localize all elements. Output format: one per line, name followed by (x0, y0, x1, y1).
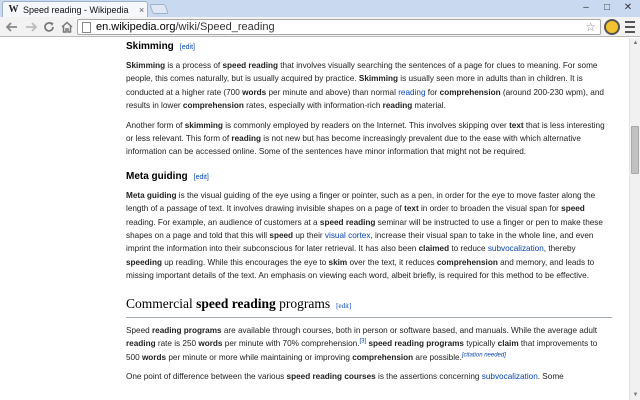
bold-term: text (404, 204, 419, 214)
bold-term: Skimming (126, 61, 166, 70)
article-content: Skimming [edit] Skimming is a process of … (126, 38, 612, 383)
bold-term: speed reading programs (368, 339, 464, 349)
heading-text: Commercial speed reading programs (126, 295, 331, 311)
bold-term: skim (328, 257, 348, 267)
url-host: en.wikipedia.org (96, 21, 176, 33)
article-link[interactable]: subvocalization (482, 372, 538, 381)
tab-strip: W Speed reading - Wikipedia × – □ ✕ (0, 0, 640, 17)
wikipedia-favicon-icon: W (8, 4, 19, 15)
bold-term: speed reading (196, 295, 276, 311)
bold-term: Meta guiding (126, 190, 177, 200)
citation-link[interactable]: [citation needed] (462, 352, 506, 358)
bold-term: comprehension (436, 257, 498, 267)
url-path: /wiki/Speed_reading (175, 21, 275, 33)
bold-term: text (509, 120, 524, 130)
bold-term: comprehension (182, 101, 244, 111)
paragraph: Speed reading programs are available thr… (126, 325, 598, 362)
heading-commercial-speed-reading: Commercial speed reading programs [edit] (126, 294, 612, 318)
bold-term: speed (269, 231, 294, 241)
menu-icon[interactable] (625, 21, 635, 33)
bold-term: comprehension (439, 87, 501, 97)
bold-term: words (198, 339, 223, 349)
paragraph: One point of difference between the vari… (126, 371, 564, 381)
maximize-button[interactable]: □ (597, 0, 617, 14)
bold-term: Skimming (358, 74, 398, 84)
heading-meta-guiding: Meta guiding [edit] (126, 170, 612, 185)
article-link[interactable]: subvocalization (488, 244, 544, 253)
close-tab-icon[interactable]: × (139, 5, 144, 15)
browser-toolbar: en.wikipedia.org/wiki/Speed_reading ☆ (0, 17, 640, 37)
heading-skimming: Skimming [edit] (126, 40, 612, 55)
bold-term: speed reading (319, 217, 376, 227)
reload-icon[interactable] (40, 19, 58, 35)
article-link[interactable]: reading (398, 88, 425, 97)
scroll-up-arrow-icon[interactable]: ▲ (631, 38, 640, 48)
bold-term: words (141, 352, 167, 362)
tab-title: Speed reading - Wikipedia (23, 4, 129, 15)
edit-link[interactable]: [edit] (336, 302, 351, 310)
article-link[interactable]: visual cortex (325, 231, 371, 240)
close-window-button[interactable]: ✕ (618, 0, 638, 14)
scroll-down-arrow-icon[interactable]: ▼ (631, 390, 640, 400)
scrollbar-thumb[interactable] (631, 126, 639, 174)
bold-term: speed (561, 204, 585, 214)
back-arrow-icon[interactable] (3, 19, 21, 35)
new-tab-button[interactable] (149, 4, 169, 14)
citation-link[interactable]: [3] (359, 338, 366, 344)
citation-superscript: [citation needed] (462, 352, 506, 358)
bold-term: speed reading courses (286, 371, 376, 381)
bold-term: comprehension (352, 352, 414, 362)
bookmark-star-icon[interactable]: ☆ (585, 20, 596, 34)
edit-link[interactable]: [edit] (194, 174, 209, 181)
paragraph: Meta guiding is the visual guiding of th… (126, 190, 603, 281)
home-icon[interactable] (58, 19, 76, 35)
window-controls: – □ ✕ (576, 0, 638, 14)
bold-term: reading (126, 339, 156, 349)
bold-term: words (242, 87, 267, 97)
edit-link[interactable]: [edit] (180, 44, 195, 51)
paragraph: Skimming is a process of speed reading t… (126, 61, 604, 111)
bold-term: skimming (184, 120, 223, 130)
bold-term: reading programs (151, 325, 222, 335)
forward-arrow-icon[interactable] (22, 19, 40, 35)
bold-term: speed reading (222, 61, 278, 70)
heading-text: Skimming (126, 41, 174, 52)
page-icon (82, 21, 91, 33)
bold-term: speeding (126, 257, 162, 267)
bold-term: reading (231, 134, 261, 144)
bold-term: claim (497, 339, 519, 349)
vertical-scrollbar[interactable]: ▲ ▼ (629, 38, 640, 400)
citation-superscript: [3] (359, 338, 366, 344)
url-text: en.wikipedia.org/wiki/Speed_reading (96, 21, 275, 33)
heading-text: Meta guiding (126, 170, 188, 182)
page-viewport: Skimming [edit] Skimming is a process of … (0, 38, 629, 400)
bold-term: reading (382, 101, 413, 111)
bold-term: claimed (418, 244, 450, 254)
address-bar[interactable]: en.wikipedia.org/wiki/Speed_reading ☆ (77, 19, 601, 35)
extension-icon[interactable] (604, 19, 620, 35)
minimize-button[interactable]: – (576, 0, 596, 14)
browser-tab[interactable]: W Speed reading - Wikipedia × (2, 1, 148, 17)
paragraph: Another form of skimming is commonly emp… (126, 120, 605, 157)
